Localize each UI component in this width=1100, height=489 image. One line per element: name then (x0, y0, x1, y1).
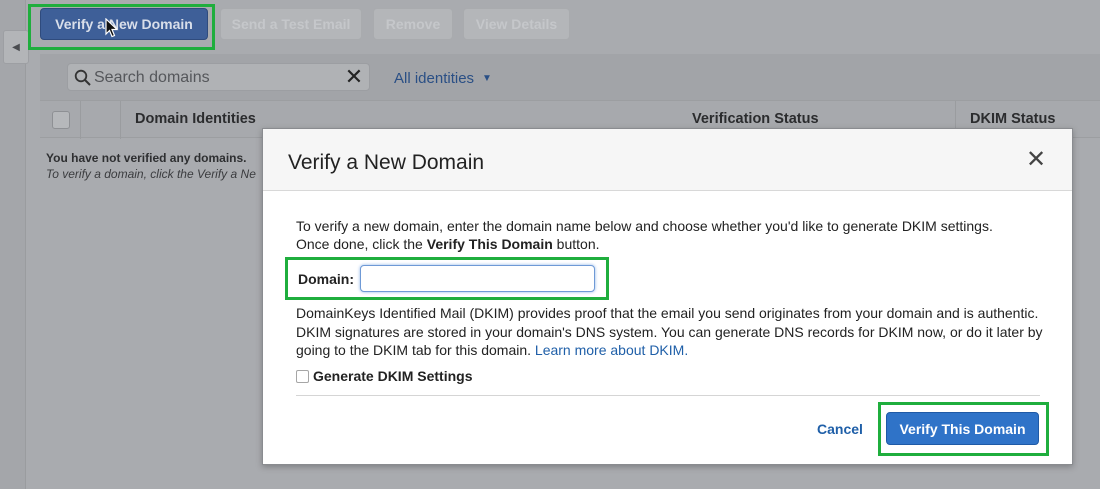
verify-this-domain-button[interactable]: Verify This Domain (886, 412, 1039, 445)
domain-label: Domain: (298, 271, 354, 287)
empty-state-hint: To verify a domain, click the Verify a N… (46, 167, 256, 181)
empty-state-message: You have not verified any domains. To ve… (46, 151, 256, 181)
dialog-title: Verify a New Domain (288, 151, 485, 174)
intro-line-2-prefix: Once done, click the (296, 236, 427, 252)
intro-line-2-suffix: button. (552, 236, 600, 252)
close-icon[interactable]: ✕ (1026, 148, 1046, 172)
side-panel-strip (0, 0, 26, 489)
close-icon[interactable]: ✕ (343, 66, 365, 88)
chevron-left-icon: ◀ (12, 41, 20, 53)
verify-new-domain-button[interactable]: Verify a New Domain (40, 8, 208, 40)
filter-bar: ✕ All identities ▼ (40, 54, 1100, 100)
intro-line-1: To verify a new domain, enter the domain… (296, 218, 993, 234)
view-details-button[interactable]: View Details (463, 8, 570, 40)
search-box: ✕ (67, 63, 370, 91)
search-input[interactable] (94, 67, 344, 89)
dkim-description: DomainKeys Identified Mail (DKIM) provid… (296, 304, 1061, 360)
dialog-header: Verify a New Domain ✕ (263, 129, 1072, 191)
dialog-intro: To verify a new domain, enter the domain… (296, 217, 1066, 253)
cancel-button[interactable]: Cancel (817, 421, 863, 437)
mouse-cursor-icon (105, 18, 119, 38)
learn-more-dkim-link[interactable]: Learn more about DKIM. (535, 342, 688, 358)
dialog-divider (296, 395, 1040, 396)
generate-dkim-label[interactable]: Generate DKIM Settings (313, 368, 472, 384)
column-verification-status[interactable]: Verification Status (692, 111, 819, 127)
empty-state-title: You have not verified any domains. (46, 151, 247, 165)
chevron-down-icon: ▼ (482, 72, 492, 84)
collapse-panel-button[interactable]: ◀ (3, 30, 29, 64)
column-dkim-status[interactable]: DKIM Status (970, 111, 1055, 127)
column-domain-identities[interactable]: Domain Identities (135, 111, 256, 127)
intro-line-2: Once done, click the Verify This Domain … (296, 235, 1066, 253)
identity-filter-dropdown[interactable]: All identities ▼ (394, 67, 492, 89)
remove-button[interactable]: Remove (373, 8, 453, 40)
domain-input[interactable] (360, 265, 595, 292)
search-icon (74, 69, 91, 86)
intro-line-2-bold: Verify This Domain (426, 236, 553, 252)
column-divider (80, 101, 81, 139)
identity-filter-label: All identities (394, 69, 475, 87)
generate-dkim-checkbox[interactable] (296, 370, 309, 383)
column-divider (120, 101, 121, 139)
verify-domain-dialog: Verify a New Domain ✕ To verify a new do… (262, 128, 1073, 465)
select-all-checkbox[interactable] (52, 111, 70, 129)
send-test-email-button[interactable]: Send a Test Email (220, 8, 362, 40)
